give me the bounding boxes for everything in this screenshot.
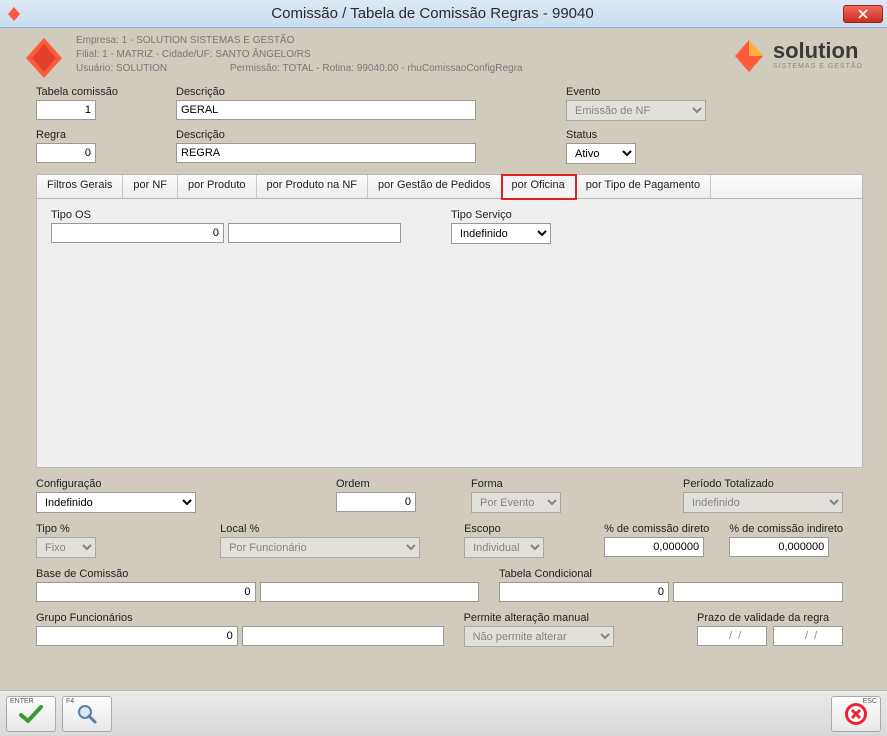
prazo-validade-label: Prazo de validade da regra [697,612,843,624]
header: Empresa: 1 - SOLUTION SISTEMAS E GESTÃO … [0,28,887,80]
tab-por-nf[interactable]: por NF [123,175,178,198]
brand-tagline: SISTEMAS E GESTÃO [773,63,863,70]
close-icon [857,9,869,19]
base-comissao-desc-input[interactable] [260,582,480,602]
cancel-button[interactable]: ESC [831,696,881,732]
tipo-servico-select[interactable]: Indefinido [451,223,551,244]
escopo-select: Individual [464,537,544,558]
base-comissao-code-input[interactable] [36,582,256,602]
descricao1-label: Descrição [176,86,486,98]
esc-hint: ESC [863,698,877,705]
footer-toolbar: ENTER F4 ESC [0,690,887,736]
bottom-form: Configuração Indefinido Ordem Forma Por … [0,468,887,647]
tab-por-tipo-pagamento[interactable]: por Tipo de Pagamento [576,175,711,198]
tabela-comissao-label: Tabela comissão [36,86,156,98]
meta-filial: Filial: 1 - MATRIZ - Cidade/UF: SANTO ÂN… [76,48,731,62]
tabela-condicional-code-input[interactable] [499,582,669,602]
meta-usuario: Usuário: SOLUTION [76,63,167,74]
configuracao-select[interactable]: Indefinido [36,492,196,513]
permite-alteracao-select: Não permite alterar [464,626,614,647]
evento-label: Evento [566,86,706,98]
tipo-os-label: Tipo OS [51,209,401,221]
top-form: Tabela comissão Descrição Evento Emissão… [0,80,887,468]
enter-hint: ENTER [10,698,34,705]
escopo-label: Escopo [464,523,544,535]
tab-por-produto[interactable]: por Produto [178,175,256,198]
evento-select: Emissão de NF [566,100,706,121]
window-body: Empresa: 1 - SOLUTION SISTEMAS E GESTÃO … [0,28,887,690]
tabela-comissao-input[interactable] [36,100,96,120]
f4-hint: F4 [66,698,74,705]
descricao2-input[interactable] [176,143,476,163]
check-icon [18,704,44,724]
descricao1-input[interactable] [176,100,476,120]
tipo-servico-label: Tipo Serviço [451,209,551,221]
app-logo-icon [22,36,66,80]
tab-por-gestao-pedidos[interactable]: por Gestão de Pedidos [368,175,502,198]
brand-name: solution [773,38,859,63]
permite-alteracao-label: Permite alteração manual [464,612,637,624]
prazo-de-input[interactable] [697,626,767,646]
ordem-input[interactable] [336,492,416,512]
pct-direto-label: % de comissão direto [604,523,709,535]
prazo-ate-input[interactable] [773,626,843,646]
tipo-os-code-input[interactable] [51,223,224,243]
pct-indireto-label: % de comissão indireto [729,523,843,535]
tabela-condicional-label: Tabela Condicional [499,568,843,580]
tab-por-oficina[interactable]: por Oficina [502,175,576,199]
tab-filtros-gerais[interactable]: Filtros Gerais [37,175,123,198]
search-button[interactable]: F4 [62,696,112,732]
tab-panel-oficina: Tipo OS Tipo Serviço Indefinido [36,198,863,468]
magnifier-icon [75,702,99,726]
status-label: Status [566,129,636,141]
status-select[interactable]: Ativo [566,143,636,164]
meta-permissao: Permissão: TOTAL - Rotina: 99040.00 - rh… [230,63,523,74]
brand-logo: solution SISTEMAS E GESTÃO [731,38,863,74]
tab-por-produto-nf[interactable]: por Produto na NF [257,175,369,198]
regra-input[interactable] [36,143,96,163]
tabela-condicional-desc-input[interactable] [673,582,843,602]
tipo-os-desc-input[interactable] [228,223,401,243]
descricao2-label: Descrição [176,129,486,141]
periodo-label: Período Totalizado [683,478,843,490]
ordem-label: Ordem [336,478,451,490]
pct-indireto-input[interactable] [729,537,829,557]
forma-select: Por Evento [471,492,561,513]
forma-label: Forma [471,478,563,490]
window-close-button[interactable] [843,5,883,23]
confirm-button[interactable]: ENTER [6,696,56,732]
grupo-func-code-input[interactable] [36,626,238,646]
tipo-pct-select: Fixo [36,537,96,558]
local-pct-label: Local % [220,523,420,535]
tab-strip: Filtros Gerais por NF por Produto por Pr… [36,174,863,198]
brand-mark-icon [731,38,767,74]
regra-label: Regra [36,129,156,141]
pct-direto-input[interactable] [604,537,704,557]
grupo-func-label: Grupo Funcionários [36,612,444,624]
title-bar: Comissão / Tabela de Comissão Regras - 9… [0,0,887,28]
meta-empresa: Empresa: 1 - SOLUTION SISTEMAS E GESTÃO [76,34,731,48]
window-title: Comissão / Tabela de Comissão Regras - 9… [22,5,843,22]
local-pct-select: Por Funcionário [220,537,420,558]
grupo-func-desc-input[interactable] [242,626,444,646]
header-meta: Empresa: 1 - SOLUTION SISTEMAS E GESTÃO … [76,34,731,76]
app-icon [6,6,22,22]
configuracao-label: Configuração [36,478,196,490]
base-comissao-label: Base de Comissão [36,568,479,580]
periodo-select: Indefinido [683,492,843,513]
tipo-pct-label: Tipo % [36,523,100,535]
